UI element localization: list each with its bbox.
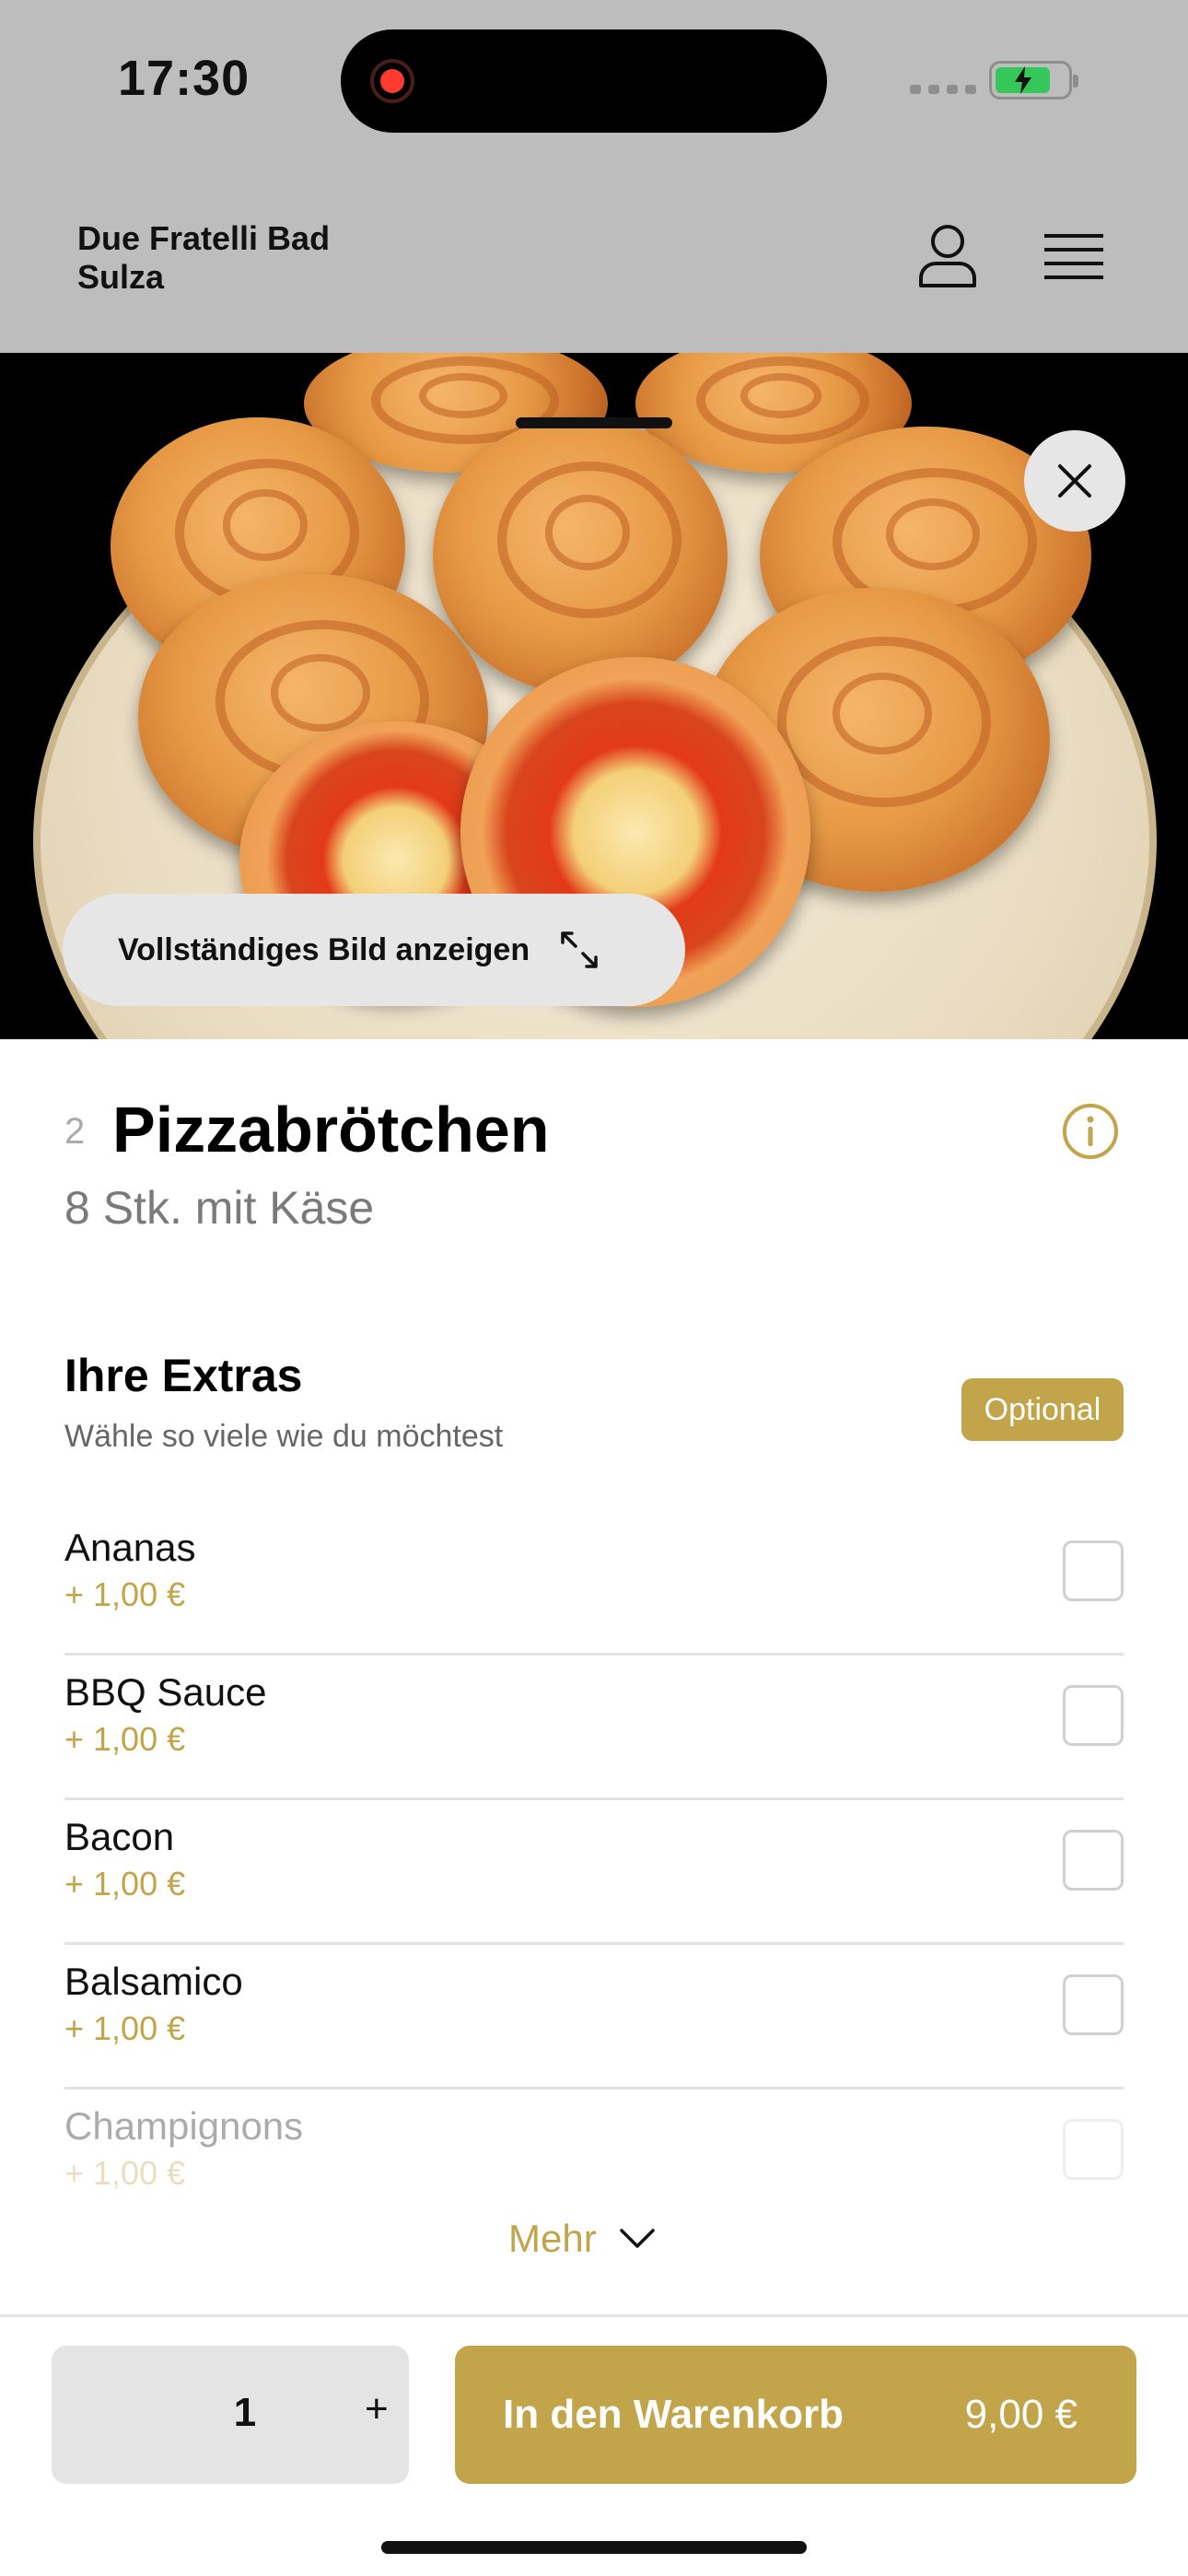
- extra-option-bbq-sauce[interactable]: BBQ Sauce + 1,00 €: [64, 1656, 1124, 1800]
- extra-name: Ananas: [64, 1526, 196, 1569]
- quantity-stepper: 1 +: [52, 2346, 409, 2484]
- extra-name: BBQ Sauce: [64, 1670, 267, 1714]
- extras-list: Ananas + 1,00 € BBQ Sauce + 1,00 € Bacon…: [64, 1511, 1124, 2234]
- info-icon[interactable]: [1061, 1102, 1120, 1161]
- show-more-button[interactable]: Mehr: [508, 2217, 656, 2261]
- quantity-plus-button[interactable]: +: [365, 2386, 389, 2432]
- extra-price: + 1,00 €: [64, 2009, 186, 2047]
- extra-price: + 1,00 €: [64, 1720, 186, 1758]
- restaurant-name: Due Fratelli Bad Sulza: [77, 219, 331, 296]
- user-icon[interactable]: [917, 223, 978, 289]
- item-number: 2: [64, 1111, 86, 1152]
- add-to-cart-button[interactable]: In den Warenkorb 9,00 €: [455, 2346, 1136, 2484]
- status-time: 17:30: [118, 51, 250, 106]
- footer-divider: [0, 2314, 1188, 2317]
- extra-option-champignons[interactable]: Champignons + 1,00 €: [64, 2090, 1124, 2234]
- status-bar: 17:30: [0, 0, 1188, 175]
- extra-option-bacon[interactable]: Bacon + 1,00 €: [64, 1800, 1124, 1945]
- extras-title: Ihre Extras: [64, 1350, 303, 1401]
- extra-option-balsamico[interactable]: Balsamico + 1,00 €: [64, 1945, 1124, 2090]
- extras-hint: Wähle so viele wie du möchtest: [64, 1419, 504, 1454]
- extra-name: Balsamico: [64, 1960, 243, 2003]
- home-indicator[interactable]: [381, 2541, 807, 2554]
- extra-checkbox[interactable]: [1063, 2119, 1124, 2180]
- add-to-cart-label: In den Warenkorb: [503, 2392, 844, 2437]
- extra-checkbox[interactable]: [1063, 1830, 1124, 1891]
- extra-checkbox[interactable]: [1063, 1685, 1124, 1746]
- show-full-image-label: Vollständiges Bild anzeigen: [118, 931, 530, 967]
- drag-handle[interactable]: [516, 417, 672, 428]
- close-icon: [1058, 464, 1091, 498]
- recording-icon: [370, 59, 414, 103]
- battery-charging-icon: [989, 61, 1078, 100]
- chevron-down-icon: [619, 2229, 655, 2248]
- show-more-label: Mehr: [508, 2217, 597, 2260]
- extra-name: Bacon: [64, 1815, 175, 1858]
- extra-name: Champignons: [64, 2104, 304, 2148]
- optional-badge: Optional: [961, 1378, 1124, 1441]
- cart-price: 9,00 €: [964, 2392, 1077, 2437]
- product-image: Vollständiges Bild anzeigen: [0, 353, 1188, 1039]
- app-header: Due Fratelli Bad Sulza: [0, 175, 1188, 353]
- extra-price: + 1,00 €: [64, 2154, 186, 2192]
- close-button[interactable]: [1024, 430, 1125, 532]
- extra-checkbox[interactable]: [1063, 1540, 1124, 1601]
- item-title: Pizzabrötchen: [112, 1094, 550, 1165]
- dynamic-island: [341, 29, 827, 133]
- show-full-image-button[interactable]: Vollständiges Bild anzeigen: [63, 894, 685, 1006]
- extra-checkbox[interactable]: [1063, 1974, 1124, 2035]
- extra-price: + 1,00 €: [64, 1575, 186, 1613]
- signal-icon: [910, 85, 976, 94]
- extra-price: + 1,00 €: [64, 1865, 186, 1903]
- quantity-value: 1: [233, 2390, 257, 2435]
- expand-icon: [561, 931, 598, 968]
- extra-option-ananas[interactable]: Ananas + 1,00 €: [64, 1511, 1124, 1656]
- hamburger-menu-icon[interactable]: [1044, 232, 1103, 284]
- item-subtitle: 8 Stk. mit Käse: [64, 1182, 375, 1234]
